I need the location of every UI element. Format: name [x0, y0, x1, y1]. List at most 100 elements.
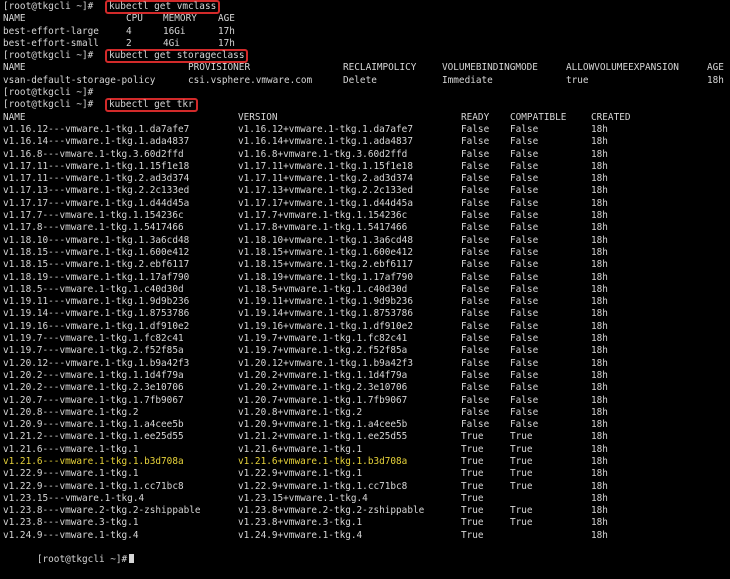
table-cell: csi.vsphere.vmware.com	[188, 74, 313, 86]
table-cell: v1.19.7---vmware.1-tkg.2.f52f85a	[3, 345, 184, 357]
table-cell: v1.21.6+vmware.1-tkg.1.b3d708a	[238, 455, 408, 467]
table-cell: True	[510, 480, 533, 492]
table-cell: v1.19.14---vmware.1-tkg.1.8753786	[3, 308, 190, 320]
column-header: CPU	[126, 13, 143, 25]
table-cell: 18h	[591, 369, 608, 381]
table-cell: 18h	[591, 271, 608, 283]
table-cell: False	[461, 394, 490, 406]
table-row: v1.17.11---vmware.1-tkg.2.ad3d374 v1.17.1…	[0, 173, 730, 185]
column-header: CREATED	[591, 111, 631, 123]
table-cell: v1.21.2---vmware.1-tkg.1.ee25d55	[3, 431, 184, 443]
table-cell: 18h	[591, 123, 608, 135]
column-header: AGE	[707, 62, 724, 74]
table-cell: v1.17.11---vmware.1-tkg.2.ad3d374	[3, 173, 190, 185]
table-cell: False	[510, 148, 539, 160]
table-cell: False	[461, 136, 490, 148]
table-cell: 18h	[591, 345, 608, 357]
table-cell: v1.16.14+vmware.1-tkg.1.ada4837	[238, 136, 413, 148]
table-cell: False	[461, 246, 490, 258]
table-cell: 18h	[591, 443, 608, 455]
table-cell: 18h	[591, 222, 608, 234]
table-cell: False	[510, 160, 539, 172]
table-cell: 18h	[591, 210, 608, 222]
table-cell: True	[461, 431, 484, 443]
table-cell: v1.19.11+vmware.1-tkg.1.9d9b236	[238, 296, 413, 308]
column-header: ALLOWVOLUMEEXPANSION	[566, 62, 679, 74]
table-cell: 18h	[591, 382, 608, 394]
table-cell: False	[461, 148, 490, 160]
table-cell: v1.20.7---vmware.1-tkg.1.7fb9067	[3, 394, 184, 406]
table-cell: False	[461, 419, 490, 431]
table-cell: v1.18.15+vmware.1-tkg.2.ebf6117	[238, 259, 413, 271]
table-row: v1.16.12---vmware.1-tkg.1.da7afe7 v1.16.1…	[0, 124, 730, 136]
table-cell: true	[566, 74, 589, 86]
table-cell: False	[510, 259, 539, 271]
table-row: v1.23.15---vmware.1-tkg.4 v1.23.15+vmware…	[0, 493, 730, 505]
table-cell: False	[510, 406, 539, 418]
table-row: v1.18.10---vmware.1-tkg.1.3a6cd48 v1.18.1…	[0, 235, 730, 247]
table-cell: False	[461, 382, 490, 394]
table-cell: Immediate	[442, 74, 493, 86]
table-row: v1.18.19---vmware.1-tkg.1.17af790 v1.18.1…	[0, 272, 730, 284]
prompt: [root@tkgcli ~]#	[3, 99, 94, 111]
table-cell: True	[461, 529, 484, 541]
table-cell: 18h	[591, 148, 608, 160]
table-cell: False	[461, 345, 490, 357]
table-cell: v1.17.11+vmware.1-tkg.2.ad3d374	[238, 173, 413, 185]
table-cell: False	[461, 333, 490, 345]
table-cell: v1.17.11---vmware.1-tkg.1.15f1e18	[3, 160, 190, 172]
table-row: v1.16.8---vmware.1-tkg.3.60d2ffd v1.16.8+…	[0, 149, 730, 161]
table-cell: 18h	[591, 160, 608, 172]
table-cell: v1.22.9+vmware.1-tkg.1	[238, 468, 363, 480]
column-header: RECLAIMPOLICY	[343, 62, 417, 74]
table-cell: v1.18.5+vmware.1-tkg.1.c40d30d	[238, 283, 408, 295]
table-cell: 18h	[591, 136, 608, 148]
table-cell: False	[461, 222, 490, 234]
table-cell: False	[510, 283, 539, 295]
table-cell: 18h	[591, 259, 608, 271]
table-cell: v1.19.11---vmware.1-tkg.1.9d9b236	[3, 296, 190, 308]
table-row: v1.19.11---vmware.1-tkg.1.9d9b236 v1.19.1…	[0, 296, 730, 308]
table-cell: True	[510, 505, 533, 517]
terminal-window[interactable]: [root@tkgcli ~]# kubectl get vmclass NAM…	[0, 0, 730, 574]
table-cell: 18h	[591, 185, 608, 197]
prompt-line: [root@tkgcli ~]# kubectl get storageclas…	[0, 49, 730, 63]
table-row: v1.18.5---vmware.1-tkg.1.c40d30d v1.18.5+…	[0, 284, 730, 296]
table-cell: v1.17.8---vmware.1-tkg.1.5417466	[3, 222, 184, 234]
terminal-cursor[interactable]	[129, 554, 135, 564]
table-cell: 18h	[707, 74, 724, 86]
column-header: VOLUMEBINDINGMODE	[442, 62, 538, 74]
command-text: kubectl get vmclass	[105, 0, 221, 14]
table-cell: v1.20.7+vmware.1-tkg.1.7fb9067	[238, 394, 408, 406]
column-header: READY	[461, 111, 490, 123]
table-row: v1.20.9---vmware.1-tkg.1.a4cee5b v1.20.9+…	[0, 419, 730, 431]
table-cell: False	[510, 136, 539, 148]
table-cell: False	[461, 160, 490, 172]
table-cell: 4	[126, 25, 132, 37]
table-cell: v1.18.10+vmware.1-tkg.1.3a6cd48	[238, 234, 413, 246]
table-cell: 18h	[591, 505, 608, 517]
table-cell: 17h	[218, 25, 235, 37]
table-cell: v1.23.8---vmware.2-tkg.2-zshippable	[3, 505, 201, 517]
table-cell: v1.19.7+vmware.1-tkg.2.f52f85a	[238, 345, 408, 357]
table-row: v1.22.9---vmware.1-tkg.1.cc71bc8 v1.22.9+…	[0, 481, 730, 493]
table-cell: v1.21.2+vmware.1-tkg.1.ee25d55	[238, 431, 408, 443]
table-cell: 18h	[591, 283, 608, 295]
table-cell: False	[510, 197, 539, 209]
table-cell: v1.22.9---vmware.1-tkg.1.cc71bc8	[3, 480, 184, 492]
table-row: v1.19.7---vmware.1-tkg.1.fc82c41 v1.19.7+…	[0, 333, 730, 345]
table-cell: v1.19.16+vmware.1-tkg.1.df910e2	[238, 320, 413, 332]
table-cell: 18h	[591, 455, 608, 467]
table-cell: v1.18.15---vmware.1-tkg.2.ebf6117	[3, 259, 190, 271]
table-cell: 18h	[591, 357, 608, 369]
table-cell: v1.22.9+vmware.1-tkg.1.cc71bc8	[238, 480, 408, 492]
table-row: v1.18.15---vmware.1-tkg.2.ebf6117 v1.18.1…	[0, 259, 730, 271]
table-cell: v1.23.8---vmware.3-tkg.1	[3, 517, 139, 529]
table-cell: True	[510, 468, 533, 480]
table-cell: False	[510, 345, 539, 357]
table-cell: 18h	[591, 173, 608, 185]
table-cell: 18h	[591, 468, 608, 480]
table-header: NAME CPU MEMORY AGE	[0, 13, 730, 25]
table-cell: v1.23.15+vmware.1-tkg.4	[238, 492, 368, 504]
table-row: v1.23.8---vmware.3-tkg.1 v1.23.8+vmware.3…	[0, 517, 730, 529]
